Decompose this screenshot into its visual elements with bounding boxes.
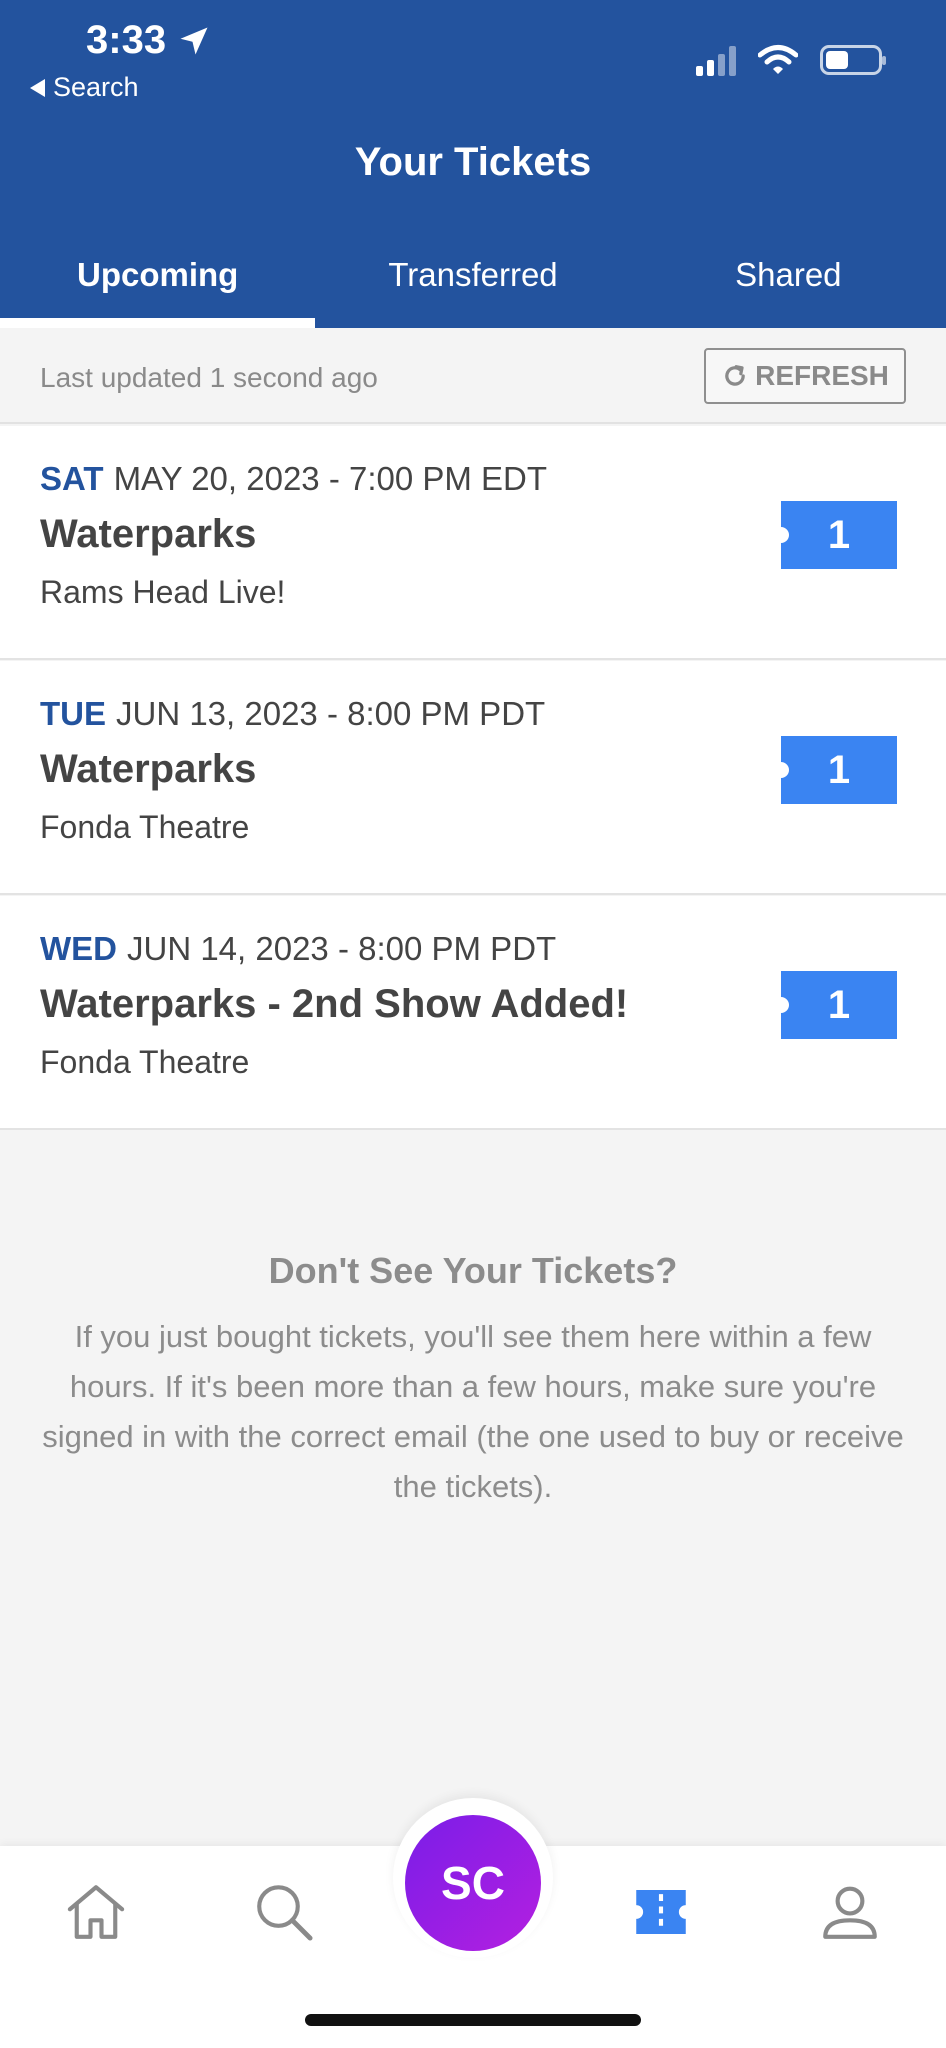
- event-day: SAT: [40, 460, 104, 497]
- event-name: Waterparks - 2nd Show Added!: [40, 982, 629, 1026]
- back-label: Search: [53, 72, 139, 102]
- back-to-search-link[interactable]: Search: [30, 72, 139, 103]
- page-title: Your Tickets: [354, 140, 592, 184]
- refresh-label: REFRESH: [755, 360, 889, 391]
- nav-search[interactable]: [248, 1876, 320, 1948]
- event-day: WED: [40, 930, 117, 967]
- nav-home[interactable]: [60, 1876, 132, 1948]
- event-row[interactable]: WED JUN 14, 2023 - 8:00 PM PDT Waterparks…: [0, 896, 946, 1130]
- ticket-count-badge[interactable]: 1: [773, 501, 897, 569]
- ticket-count-badge[interactable]: 1: [773, 971, 897, 1039]
- tab-shared[interactable]: Shared: [631, 248, 946, 328]
- header: 3:33 Search Your Tickets Upcoming Transf…: [0, 0, 946, 328]
- ticket-count-badge[interactable]: 1: [773, 736, 897, 804]
- wifi-icon: [758, 45, 798, 74]
- ticket-tabs: Upcoming Transferred Shared: [0, 248, 946, 328]
- last-updated-text: Last updated 1 second ago: [40, 362, 378, 393]
- event-name: Waterparks: [40, 747, 257, 791]
- event-venue: Fonda Theatre: [40, 1044, 250, 1080]
- help-section: Don't See Your Tickets? If you just boug…: [0, 1130, 946, 1850]
- event-datetime: JUN 14, 2023 - 8:00 PM PDT: [127, 930, 557, 967]
- status-time-text: 3:33: [86, 18, 167, 62]
- refresh-icon: [725, 365, 745, 386]
- event-name: Waterparks: [40, 512, 257, 556]
- event-venue: Fonda Theatre: [40, 809, 250, 845]
- refresh-button[interactable]: REFRESH: [704, 348, 906, 404]
- event-day: TUE: [40, 695, 106, 732]
- event-row[interactable]: SAT MAY 20, 2023 - 7:00 PM EDT Waterparks…: [0, 426, 946, 660]
- event-date: WED JUN 14, 2023 - 8:00 PM PDT: [40, 930, 556, 968]
- event-venue: Rams Head Live!: [40, 574, 286, 610]
- nav-tickets[interactable]: [625, 1876, 697, 1948]
- event-date: TUE JUN 13, 2023 - 8:00 PM PDT: [40, 695, 545, 733]
- back-triangle-icon: [30, 78, 45, 97]
- event-datetime: MAY 20, 2023 - 7:00 PM EDT: [113, 460, 548, 497]
- status-time: 3:33: [86, 18, 212, 63]
- help-text: If you just bought tickets, you'll see t…: [42, 1319, 904, 1504]
- nav-account[interactable]: [814, 1876, 886, 1948]
- tab-transferred[interactable]: Transferred: [315, 248, 630, 328]
- home-icon: [67, 1885, 125, 1939]
- location-arrow-icon: [180, 27, 208, 54]
- tickets-icon: [636, 1890, 686, 1934]
- event-date: SAT MAY 20, 2023 - 7:00 PM EDT: [40, 460, 547, 498]
- event-datetime: JUN 13, 2023 - 8:00 PM PDT: [116, 695, 546, 732]
- search-icon: [257, 1885, 313, 1941]
- event-row[interactable]: TUE JUN 13, 2023 - 8:00 PM PDT Waterparks…: [0, 661, 946, 895]
- home-indicator: [305, 2014, 641, 2026]
- profile-initials-button[interactable]: SC: [405, 1815, 541, 1951]
- help-title: Don't See Your Tickets?: [268, 1250, 678, 1291]
- account-icon: [823, 1886, 877, 1939]
- battery-icon: [820, 45, 886, 75]
- cellular-signal-icon: [696, 44, 736, 76]
- tab-upcoming[interactable]: Upcoming: [0, 248, 316, 328]
- status-icons: [696, 44, 886, 76]
